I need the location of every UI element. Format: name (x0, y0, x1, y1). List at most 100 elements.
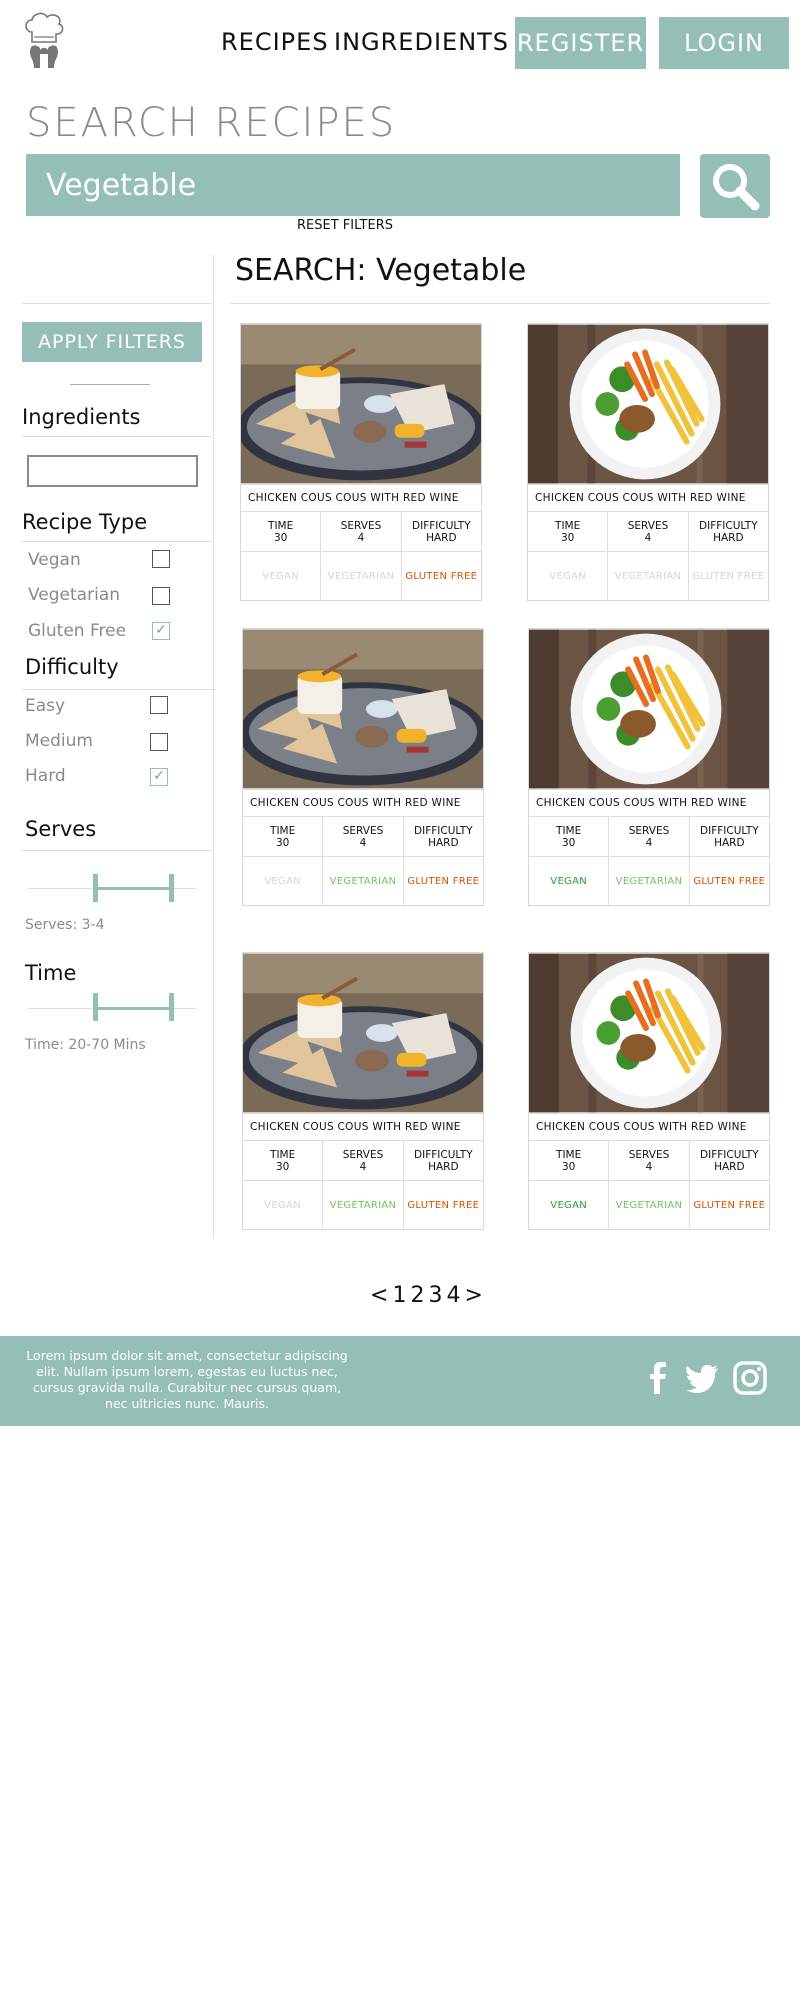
twitter-icon[interactable] (684, 1360, 720, 1396)
recipe-image (529, 629, 769, 789)
recipe-card[interactable]: CHICKEN COUS COUS WITH RED WINE TIME 30 SER… (528, 952, 770, 1230)
tag-vegan: VEGAN (243, 857, 324, 905)
next-page-button[interactable]: > (464, 1283, 486, 1308)
recipe-card[interactable]: CHICKEN COUS COUS WITH RED WINE TIME 30 SER… (527, 323, 769, 601)
recipe-image (529, 953, 769, 1113)
stat-difficulty-value: HARD (426, 531, 457, 544)
stat-serves: SERVES 4 (323, 1141, 404, 1180)
page-1-link[interactable]: 1 (392, 1283, 410, 1308)
page-2-link[interactable]: 2 (410, 1283, 428, 1308)
recipe-name[interactable]: CHICKEN COUS COUS WITH RED WINE (243, 1113, 483, 1141)
facebook-icon[interactable] (640, 1360, 676, 1396)
stat-difficulty-value: HARD (714, 1160, 745, 1173)
check-icon: ✓ (155, 622, 167, 638)
stat-time: TIME 30 (528, 512, 609, 551)
footer-text: Lorem ipsum dolor sit amet, consectetur … (26, 1348, 348, 1411)
recipe-name[interactable]: CHICKEN COUS COUS WITH RED WINE (528, 484, 768, 512)
register-button[interactable]: REGISTER (515, 17, 646, 69)
prev-page-button[interactable]: < (370, 1283, 392, 1308)
stat-difficulty-label: DIFFICULTY (700, 1148, 759, 1161)
page-3-link[interactable]: 3 (428, 1283, 446, 1308)
easy-checkbox[interactable] (150, 696, 168, 714)
magnifier-icon (713, 164, 760, 211)
hard-checkbox[interactable]: ✓ (150, 768, 168, 786)
stat-serves-label: SERVES (342, 1148, 384, 1161)
time-title: Time (25, 961, 77, 985)
stat-time-value: 30 (560, 531, 575, 544)
ingredients-input[interactable] (27, 455, 198, 487)
stat-time: TIME 30 (243, 817, 324, 856)
tag-gluten-free: GLUTEN FREE (693, 1199, 766, 1211)
stat-difficulty-value: HARD (713, 531, 744, 544)
results-rule (230, 303, 770, 304)
stat-serves-value: 4 (645, 836, 653, 849)
recipe-card[interactable]: CHICKEN COUS COUS WITH RED WINE TIME 30 SER… (240, 323, 482, 601)
footer: Lorem ipsum dolor sit amet, consectetur … (0, 1336, 800, 1426)
tag-vegan: VEGAN (528, 552, 609, 600)
stat-serves: SERVES 4 (609, 1141, 690, 1180)
tag-vegan: VEGAN (243, 1181, 324, 1229)
serves-slider-min-handle[interactable] (93, 874, 98, 902)
stat-serves-label: SERVES (628, 824, 670, 837)
time-slider-min-handle[interactable] (93, 993, 98, 1021)
recipe-name[interactable]: CHICKEN COUS COUS WITH RED WINE (243, 789, 483, 817)
search-input[interactable]: Vegetable (26, 154, 680, 216)
tag-gluten-free: GLUTEN FREE (405, 570, 478, 582)
nav-recipes-link[interactable]: RECIPES (221, 28, 329, 56)
tag-vegetarian: VEGETARIAN (323, 1181, 404, 1229)
tag-vegetarian: VEGETARIAN (608, 552, 689, 600)
recipe-name[interactable]: CHICKEN COUS COUS WITH RED WINE (241, 484, 481, 512)
apply-filters-button[interactable]: APPLY FILTERS (22, 322, 202, 362)
stat-serves-value: 4 (359, 1160, 367, 1173)
tag-gluten-free: GLUTEN FREE (693, 875, 766, 887)
difficulty-rule (22, 689, 216, 690)
stat-serves-label: SERVES (340, 519, 382, 532)
nav-ingredients-link[interactable]: INGREDIENTS (334, 28, 509, 56)
vegan-checkbox[interactable] (152, 550, 170, 568)
search-button[interactable] (700, 154, 770, 218)
stat-difficulty-label: DIFFICULTY (414, 824, 473, 837)
stat-serves-value: 4 (644, 531, 652, 544)
stat-time-value: 30 (275, 1160, 290, 1173)
stat-difficulty-label: DIFFICULTY (699, 519, 758, 532)
stat-time-value: 30 (275, 836, 290, 849)
recipe-type-vegetarian-label: Vegetarian (28, 585, 121, 605)
time-slider-range (95, 1007, 173, 1010)
recipe-name[interactable]: CHICKEN COUS COUS WITH RED WINE (529, 789, 769, 817)
chef-logo-icon[interactable] (22, 10, 66, 70)
recipe-card[interactable]: CHICKEN COUS COUS WITH RED WINE TIME 30 SER… (528, 628, 770, 906)
stat-time-label: TIME (555, 519, 581, 532)
recipe-name[interactable]: CHICKEN COUS COUS WITH RED WINE (529, 1113, 769, 1141)
ingredients-filter-title: Ingredients (22, 405, 141, 429)
stat-time-label: TIME (556, 824, 582, 837)
recipe-card[interactable]: CHICKEN COUS COUS WITH RED WINE TIME 30 SER… (242, 628, 484, 906)
stat-difficulty: DIFFICULTY HARD (404, 1141, 483, 1180)
sidebar-separator (213, 255, 214, 1238)
vegetarian-checkbox[interactable] (152, 587, 170, 605)
medium-checkbox[interactable] (150, 733, 168, 751)
serves-caption: Serves: 3-4 (25, 917, 105, 933)
stat-time-label: TIME (270, 824, 296, 837)
stat-serves: SERVES 4 (323, 817, 404, 856)
recipe-card[interactable]: CHICKEN COUS COUS WITH RED WINE TIME 30 SER… (242, 952, 484, 1230)
stat-difficulty-value: HARD (714, 836, 745, 849)
stat-serves-label: SERVES (627, 519, 669, 532)
page-4-link[interactable]: 4 (446, 1283, 464, 1308)
time-slider-max-handle[interactable] (169, 993, 174, 1021)
serves-slider-max-handle[interactable] (169, 874, 174, 902)
serves-slider-range (95, 887, 173, 890)
stat-serves: SERVES 4 (321, 512, 402, 551)
reset-filters-link[interactable]: RESET FILTERS (297, 218, 393, 233)
login-button[interactable]: LOGIN (659, 17, 789, 69)
recipe-type-rule (22, 541, 212, 542)
tag-vegetarian: VEGETARIAN (321, 552, 402, 600)
stat-difficulty: DIFFICULTY HARD (402, 512, 481, 551)
recipe-image (241, 324, 481, 484)
stat-time: TIME 30 (241, 512, 322, 551)
serves-rule (22, 850, 212, 851)
check-icon: ✓ (153, 768, 165, 784)
instagram-icon[interactable] (732, 1360, 768, 1396)
gluten-free-checkbox[interactable]: ✓ (152, 622, 170, 640)
difficulty-title: Difficulty (25, 655, 119, 679)
tag-vegetarian: VEGETARIAN (323, 857, 404, 905)
